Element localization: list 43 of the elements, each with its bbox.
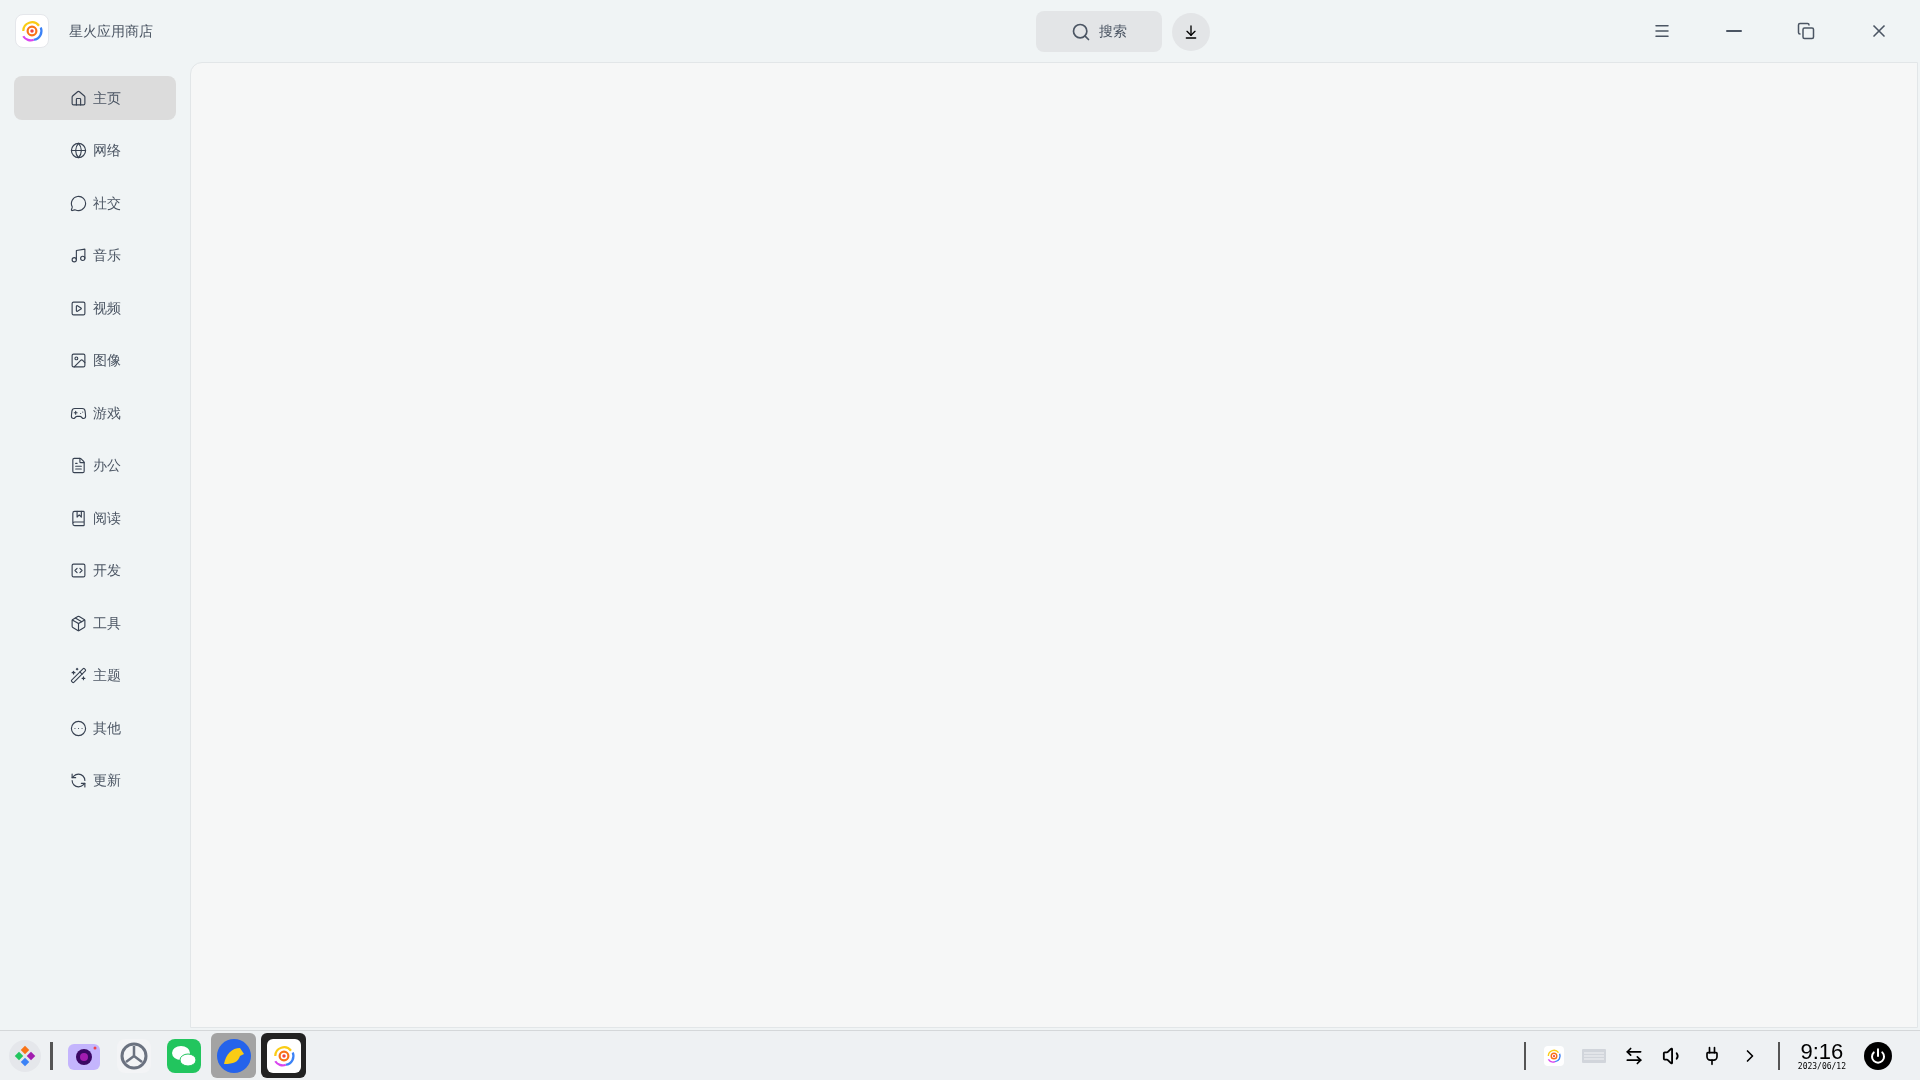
launcher-icon <box>8 1038 42 1073</box>
clock-time: 9:16 <box>1800 1040 1844 1063</box>
ellipsis-icon <box>69 719 87 737</box>
refresh-icon <box>69 772 87 789</box>
sidebar-item[interactable]: 开发 <box>14 548 176 593</box>
document-icon <box>69 457 87 474</box>
sidebar-item[interactable]: 游戏 <box>14 391 176 435</box>
minimize-icon <box>1725 30 1743 32</box>
sidebar-item[interactable]: 阅读 <box>14 496 176 540</box>
sidebar-item[interactable]: 图像 <box>14 338 176 383</box>
download-button[interactable] <box>1172 12 1210 51</box>
search-icon <box>1071 21 1091 42</box>
power-icon <box>1870 1047 1886 1064</box>
sidebar-item[interactable]: 主页 <box>14 76 176 120</box>
globe-icon <box>69 142 87 159</box>
house-icon <box>69 89 87 107</box>
sidebar-item[interactable]: 工具 <box>14 601 176 645</box>
play-icon <box>69 299 87 317</box>
power-button[interactable] <box>1864 1041 1892 1070</box>
sidebar-item[interactable]: 社交 <box>14 181 176 225</box>
download-icon <box>1183 23 1199 40</box>
sidebar-item[interactable]: 主题 <box>14 653 176 698</box>
browser-icon <box>215 1037 252 1074</box>
sidebar-item[interactable]: 网络 <box>14 128 176 173</box>
package-icon <box>69 614 87 632</box>
chat-bubble-icon <box>69 194 87 212</box>
window-title: 星火应用商店 <box>69 21 153 41</box>
menu-icon <box>1653 22 1671 40</box>
chat-app-icon <box>165 1037 202 1074</box>
sidebar-item[interactable]: 视频 <box>14 286 176 330</box>
sidebar-item[interactable]: 更新 <box>14 758 176 803</box>
image-icon <box>69 352 87 369</box>
sidebar-item[interactable]: 其他 <box>14 706 176 750</box>
code-icon <box>69 562 87 579</box>
sidebar-item[interactable]: 音乐 <box>14 233 176 278</box>
tray-app-icon[interactable] <box>1543 1045 1564 1066</box>
book-icon <box>69 509 87 527</box>
music-note-icon <box>69 247 87 264</box>
magic-wand-icon <box>69 667 87 684</box>
restore-icon <box>1797 22 1815 40</box>
search-button[interactable]: 搜索 <box>1036 11 1162 52</box>
sidebar-item[interactable]: 办公 <box>14 443 176 488</box>
clock-date: 2023/06/12 <box>1797 1062 1846 1071</box>
